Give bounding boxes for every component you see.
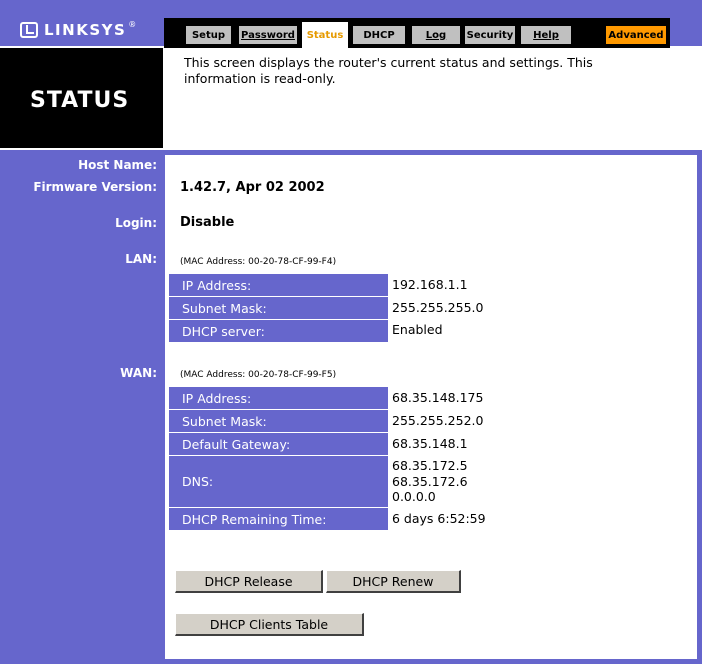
linksys-logo-icon bbox=[20, 22, 38, 38]
wan-dns-3: 0.0.0.0 bbox=[392, 489, 436, 504]
tab-help[interactable]: Help bbox=[521, 26, 571, 44]
dhcp-renew-button[interactable]: DHCP Renew bbox=[326, 570, 461, 593]
firmware-label: Firmware Version: bbox=[33, 180, 157, 194]
tab-password[interactable]: Password bbox=[239, 26, 297, 44]
lan-ip-value: 192.168.1.1 bbox=[392, 277, 468, 292]
tab-setup[interactable]: Setup bbox=[186, 26, 231, 44]
dhcp-release-button[interactable]: DHCP Release bbox=[175, 570, 323, 593]
tab-advanced[interactable]: Advanced bbox=[606, 26, 666, 44]
lan-mac: (MAC Address: 00-20-78-CF-99-F4) bbox=[180, 257, 337, 267]
lan-mask-value: 255.255.255.0 bbox=[392, 300, 484, 315]
logo-text: LINKSYS bbox=[44, 21, 127, 39]
wan-label: WAN: bbox=[120, 366, 157, 380]
wan-dns-values: 68.35.172.5 68.35.172.6 0.0.0.0 bbox=[392, 458, 468, 505]
wan-ip-value: 68.35.148.175 bbox=[392, 390, 484, 405]
firmware-value: 1.42.7, Apr 02 2002 bbox=[180, 180, 325, 195]
page-title-box: STATUS bbox=[0, 48, 163, 148]
tab-dhcp[interactable]: DHCP bbox=[353, 26, 405, 44]
wan-dhcp-time-value: 6 days 6:52:59 bbox=[392, 511, 486, 526]
wan-mask-label: Subnet Mask: bbox=[169, 410, 388, 432]
tab-log[interactable]: Log bbox=[412, 26, 460, 44]
lan-label: LAN: bbox=[125, 252, 157, 266]
wan-ip-label: IP Address: bbox=[169, 387, 388, 409]
page-title: STATUS bbox=[30, 88, 130, 113]
dhcp-clients-table-button[interactable]: DHCP Clients Table bbox=[175, 613, 364, 636]
lan-ip-label: IP Address: bbox=[169, 274, 388, 296]
linksys-logo: LINKSYS ® bbox=[20, 18, 136, 42]
wan-gateway-value: 68.35.148.1 bbox=[392, 436, 468, 451]
tab-security[interactable]: Security bbox=[465, 26, 515, 44]
wan-dns-1: 68.35.172.5 bbox=[392, 458, 468, 473]
lan-dhcp-server-label: DHCP server: bbox=[169, 320, 388, 342]
wan-dns-2: 68.35.172.6 bbox=[392, 473, 468, 489]
page-description: This screen displays the router's curren… bbox=[184, 55, 593, 86]
login-value: Disable bbox=[180, 215, 235, 230]
tab-strip: Setup Password Status DHCP Log Security … bbox=[164, 18, 670, 48]
tab-status[interactable]: Status bbox=[302, 22, 348, 48]
wan-dns-label: DNS: bbox=[169, 456, 388, 507]
wan-mac: (MAC Address: 00-20-78-CF-99-F5) bbox=[180, 370, 337, 380]
wan-dhcp-time-label: DHCP Remaining Time: bbox=[169, 508, 388, 530]
logo-registered: ® bbox=[128, 19, 137, 29]
wan-mask-value: 255.255.252.0 bbox=[392, 413, 484, 428]
lan-dhcp-server-value: Enabled bbox=[392, 322, 443, 337]
lan-mask-label: Subnet Mask: bbox=[169, 297, 388, 319]
host-name-label: Host Name: bbox=[78, 158, 157, 172]
login-label: Login: bbox=[115, 216, 157, 230]
wan-gateway-label: Default Gateway: bbox=[169, 433, 388, 455]
